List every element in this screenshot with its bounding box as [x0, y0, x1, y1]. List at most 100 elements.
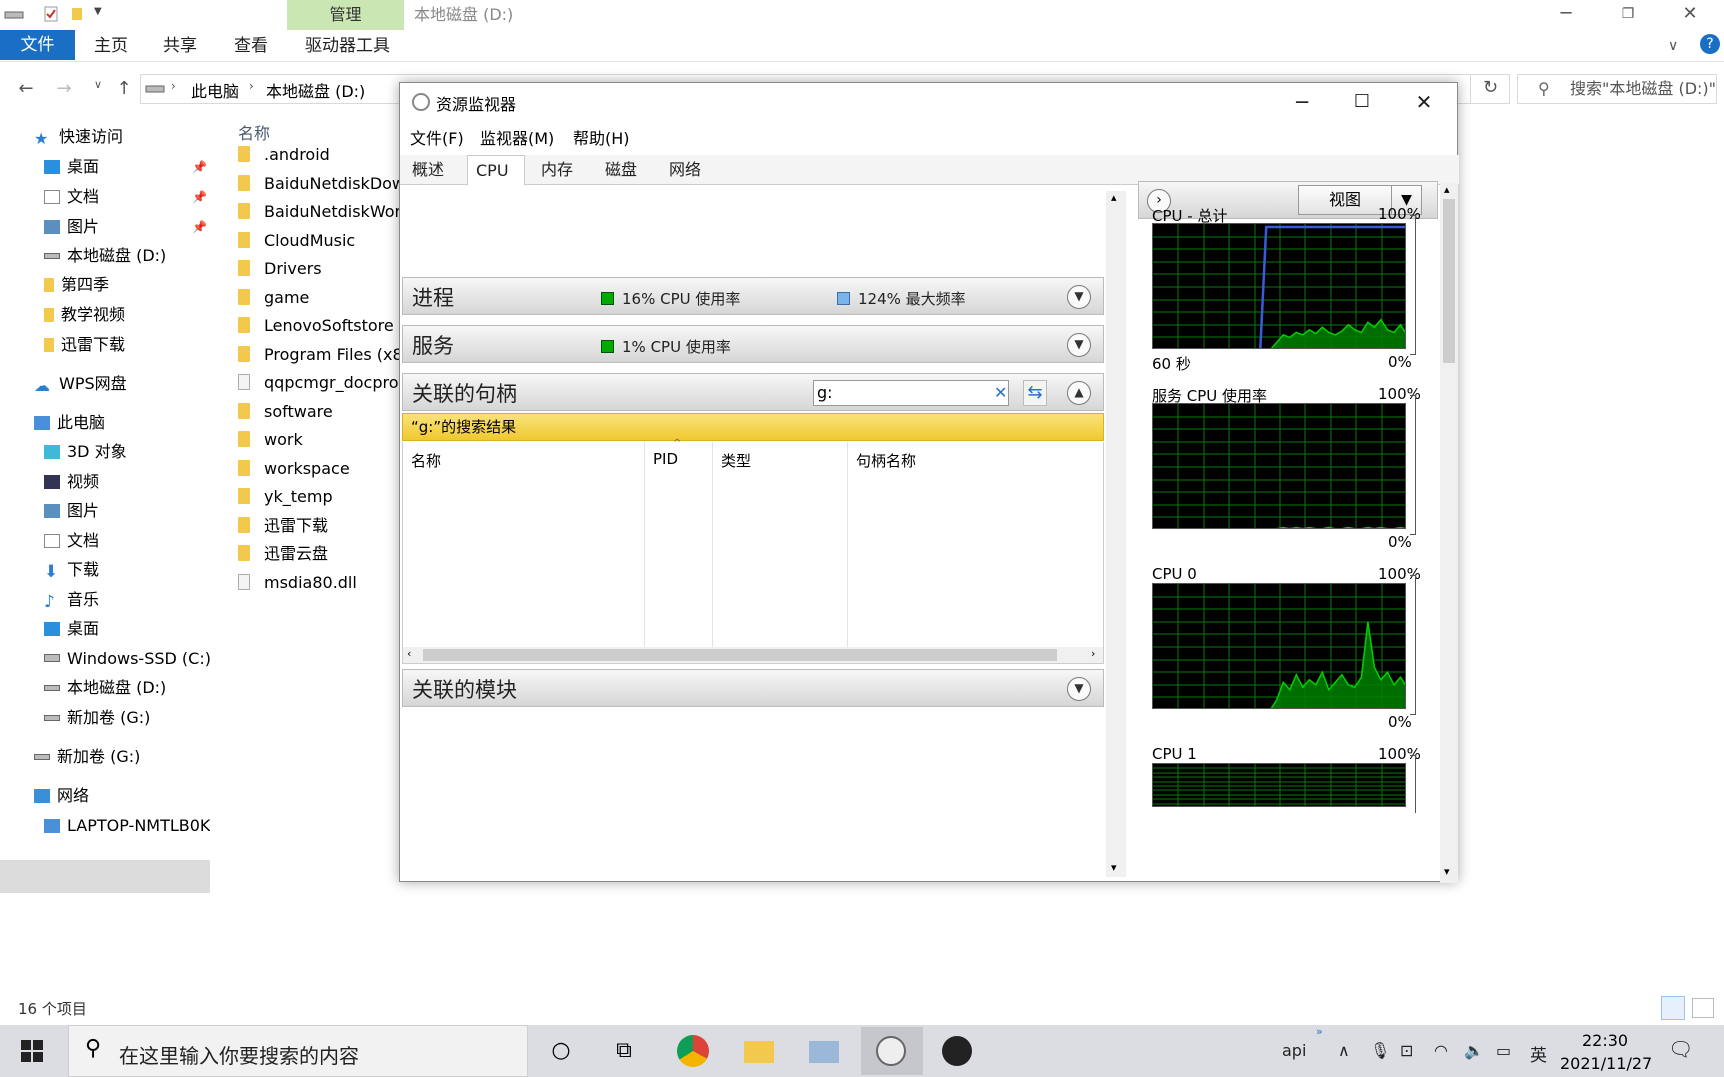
obs-icon[interactable]: [942, 1036, 972, 1066]
forward-arrow-icon[interactable]: →: [52, 78, 76, 100]
tray-update-chevron-icon[interactable]: »: [1316, 1025, 1323, 1038]
col-name-header[interactable]: 名称: [411, 450, 441, 471]
scroll-right-icon[interactable]: ›: [1091, 647, 1095, 660]
horizontal-scrollbar[interactable]: ‹ ›: [403, 647, 1103, 663]
col-handle-header[interactable]: 句柄名称: [856, 450, 916, 471]
scroll-thumb[interactable]: [423, 649, 1057, 661]
breadcrumb-this-pc[interactable]: 此电脑: [191, 78, 239, 102]
scroll-down-icon[interactable]: ▾: [1444, 865, 1450, 878]
clear-search-icon[interactable]: ✕: [994, 381, 1007, 405]
nav-pictures-pc[interactable]: 图片: [44, 496, 99, 526]
file-list-item[interactable]: CloudMusic: [238, 228, 355, 254]
clock-time[interactable]: 22:30: [1582, 1031, 1628, 1050]
search-refresh-icon[interactable]: ⇆: [1023, 380, 1047, 406]
expand-chevron-icon[interactable]: ▼: [1067, 333, 1091, 357]
col-type-header[interactable]: 类型: [721, 450, 751, 471]
nav-downloads[interactable]: ⬇ 下载: [44, 555, 99, 585]
file-list-item[interactable]: game: [238, 285, 309, 311]
rm-close-icon[interactable]: ✕: [1394, 83, 1454, 121]
volume-icon[interactable]: 🔈: [1464, 1041, 1484, 1060]
windows-start-icon[interactable]: [20, 1039, 44, 1063]
pin-icon[interactable]: 📌: [192, 220, 207, 234]
expand-chevron-icon[interactable]: ▼: [1067, 285, 1091, 309]
nav-pictures[interactable]: 图片: [44, 212, 99, 242]
resource-monitor-gauge-icon[interactable]: [876, 1036, 906, 1066]
scroll-down-icon[interactable]: ▾: [1111, 861, 1117, 874]
new-folder-icon[interactable]: [70, 6, 84, 22]
tray-api-label[interactable]: api: [1282, 1041, 1306, 1060]
section-associated-modules[interactable]: 关联的模块 ▼: [402, 669, 1104, 707]
tab-network[interactable]: 网络: [661, 155, 709, 185]
scroll-up-icon[interactable]: ▴: [1111, 191, 1117, 204]
explorer-search-input[interactable]: ⚲ 搜索"本地磁盘 (D:)": [1517, 74, 1717, 104]
wifi-icon[interactable]: ◠: [1434, 1041, 1448, 1060]
menu-file[interactable]: 文件(F): [410, 125, 464, 149]
clock-date[interactable]: 2021/11/27: [1560, 1054, 1652, 1073]
microphone-icon[interactable]: 🎙: [1370, 1041, 1390, 1060]
large-icons-view-icon[interactable]: [1692, 998, 1714, 1018]
rm-maximize-icon[interactable]: ☐: [1332, 83, 1392, 121]
minimize-icon[interactable]: ─: [1536, 0, 1596, 30]
back-arrow-icon[interactable]: ←: [14, 78, 38, 100]
file-list-item[interactable]: BaiduNetdiskWor: [238, 199, 401, 225]
scroll-thumb[interactable]: [1443, 199, 1455, 363]
customize-qa-chevron-icon[interactable]: ▼: [94, 6, 108, 22]
nav-xunlei-download[interactable]: 迅雷下载: [44, 330, 125, 360]
ribbon-tab-file[interactable]: 文件: [0, 30, 75, 60]
expand-chevron-icon[interactable]: ▼: [1067, 677, 1091, 701]
ribbon-tab-drive-tools[interactable]: 驱动器工具: [305, 30, 390, 60]
ribbon-expand-chevron-icon[interactable]: ∨: [1668, 30, 1678, 60]
chrome-icon[interactable]: [677, 1035, 709, 1067]
file-list-item[interactable]: qqpcmgr_docpro: [238, 370, 399, 396]
battery-icon[interactable]: ▭: [1496, 1041, 1511, 1060]
scroll-up-icon[interactable]: ▴: [1444, 183, 1450, 196]
tab-memory[interactable]: 内存: [533, 155, 581, 185]
nav-desktop-pc[interactable]: 桌面: [44, 614, 99, 644]
recent-chevron-icon[interactable]: ∨: [86, 78, 110, 100]
file-list-item[interactable]: Program Files (x8: [238, 342, 403, 368]
collapse-chevron-icon[interactable]: ▲: [1067, 381, 1091, 405]
nav-laptop[interactable]: LAPTOP-NMTLB0K: [44, 811, 210, 841]
help-icon[interactable]: ?: [1700, 34, 1720, 54]
menu-help[interactable]: 帮助(H): [573, 125, 630, 149]
nav-music[interactable]: ♪ 音乐: [44, 585, 99, 615]
section-services[interactable]: 服务 1% CPU 使用率 ▼: [402, 325, 1104, 363]
nav-new-volume-g-root[interactable]: 新加卷 (G:): [34, 742, 140, 772]
ribbon-tab-view[interactable]: 查看: [234, 30, 268, 60]
nav-season4[interactable]: 第四季: [44, 270, 109, 300]
notification-icon[interactable]: 🗨: [1668, 1037, 1693, 1061]
nav-windows-ssd-c[interactable]: Windows-SSD (C:): [44, 644, 211, 674]
col-handle-name[interactable]: 句柄名称: [848, 442, 1103, 647]
menu-monitor[interactable]: 监视器(M): [480, 125, 554, 149]
tray-chevron-up-icon[interactable]: ∧: [1338, 1041, 1350, 1060]
task-manager-icon[interactable]: [809, 1041, 839, 1063]
section-processes[interactable]: 进程 16% CPU 使用率 124% 最大频率 ▼: [402, 277, 1104, 315]
tab-disk[interactable]: 磁盘: [597, 155, 645, 185]
column-header-name[interactable]: 名称: [238, 120, 270, 144]
restore-icon[interactable]: ❐: [1598, 0, 1658, 30]
right-vertical-scrollbar[interactable]: ▴ ▾: [1440, 183, 1458, 883]
up-arrow-icon[interactable]: ↑: [112, 78, 136, 100]
file-list-item[interactable]: msdia80.dll: [238, 570, 357, 596]
tab-cpu[interactable]: CPU: [467, 155, 525, 186]
nav-local-disk-d-selected[interactable]: 本地磁盘 (D:): [44, 673, 166, 703]
nav-3d-objects[interactable]: 3D 对象: [44, 437, 127, 467]
file-list-item[interactable]: 迅雷云盘: [238, 541, 328, 567]
col-name[interactable]: 名称: [403, 442, 645, 647]
tab-overview[interactable]: 概述: [404, 155, 452, 185]
file-list-item[interactable]: Drivers: [238, 256, 322, 282]
nav-local-disk-d[interactable]: 本地磁盘 (D:): [44, 241, 166, 271]
input-language[interactable]: 英: [1530, 1041, 1547, 1066]
file-explorer-icon[interactable]: [744, 1041, 774, 1063]
handles-header[interactable]: 关联的句柄 g: ✕ ⇆ ▲: [402, 373, 1104, 411]
file-list-item[interactable]: 迅雷下载: [238, 513, 328, 539]
ribbon-tab-home[interactable]: 主页: [94, 30, 128, 60]
cortana-icon[interactable]: ○: [546, 1037, 576, 1065]
file-list-item[interactable]: software: [238, 399, 333, 425]
rm-minimize-icon[interactable]: ─: [1272, 83, 1332, 121]
nav-documents[interactable]: 文档: [44, 182, 99, 212]
col-type[interactable]: 类型: [713, 442, 848, 647]
pin-icon[interactable]: 📌: [192, 160, 207, 174]
nav-quick-access[interactable]: ★ 快速访问: [34, 122, 123, 152]
breadcrumb-local-disk[interactable]: 本地磁盘 (D:): [266, 78, 365, 102]
